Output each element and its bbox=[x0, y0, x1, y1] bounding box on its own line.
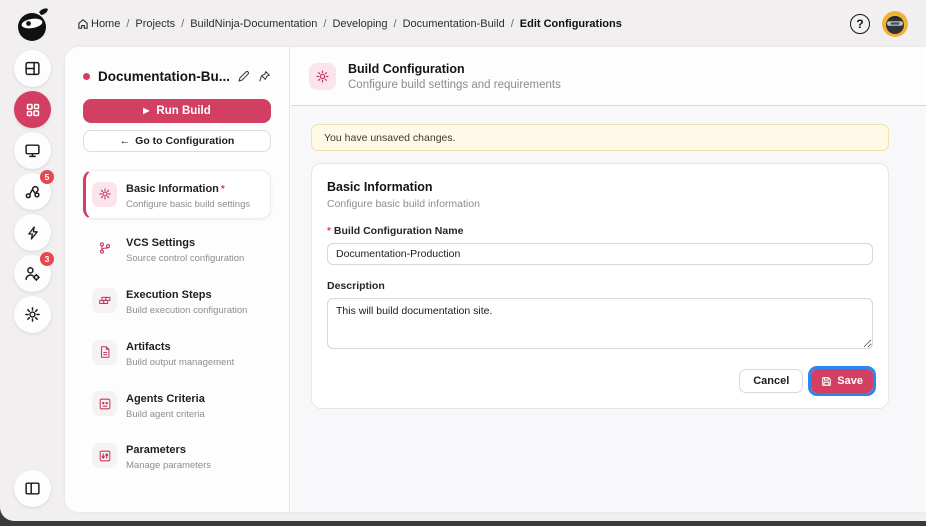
main-area: Build Configuration Configure build sett… bbox=[291, 47, 926, 512]
app-window: 5 3 Home / Projects / BuildNinja-Documen… bbox=[0, 0, 926, 521]
breadcrumb-separator: / bbox=[510, 17, 514, 30]
user-avatar[interactable] bbox=[882, 10, 908, 37]
breadcrumb-separator: / bbox=[126, 17, 130, 30]
card-subtitle: Configure basic build information bbox=[327, 198, 480, 210]
dashboard-layout-icon[interactable] bbox=[14, 50, 51, 87]
required-mark: * bbox=[327, 226, 331, 237]
users-count-badge: 3 bbox=[40, 252, 54, 266]
top-bar: Home / Projects / BuildNinja-Documentati… bbox=[65, 0, 926, 47]
breadcrumb-build[interactable]: Documentation-Build bbox=[403, 18, 505, 30]
gear-icon bbox=[92, 181, 117, 207]
projects-grid-icon[interactable] bbox=[14, 91, 51, 128]
configuration-title: Documentation-Bu... bbox=[98, 69, 229, 84]
buildninja-logo[interactable] bbox=[13, 4, 53, 46]
breadcrumb-subproject[interactable]: Developing bbox=[332, 18, 387, 30]
collapse-sidebar-icon[interactable] bbox=[14, 470, 51, 507]
description-textarea[interactable]: This will build documentation site. bbox=[327, 298, 873, 349]
breadcrumb-separator: / bbox=[323, 17, 327, 30]
builds-count-badge: 5 bbox=[40, 170, 54, 184]
description-field-label: Description bbox=[327, 280, 385, 292]
breadcrumb-home[interactable]: Home bbox=[77, 18, 120, 30]
parameters-sliders-icon bbox=[92, 443, 117, 469]
icon-rail: 5 3 bbox=[0, 0, 65, 521]
help-icon[interactable]: ? bbox=[850, 13, 870, 34]
unsaved-changes-banner: You have unsaved changes. bbox=[311, 124, 889, 151]
breadcrumb-separator: / bbox=[393, 17, 397, 30]
config-sidebar: Documentation-Bu... ▶ Run Build ← Go to … bbox=[65, 47, 290, 512]
left-arrow-icon: ← bbox=[119, 135, 131, 147]
settings-gear-icon[interactable] bbox=[14, 296, 51, 333]
breadcrumb-project[interactable]: BuildNinja-Documentation bbox=[190, 18, 317, 30]
edit-pencil-icon[interactable] bbox=[237, 70, 250, 83]
page-title: Build Configuration bbox=[348, 61, 465, 76]
required-mark: * bbox=[220, 184, 225, 195]
basic-information-card: Basic Information Configure basic build … bbox=[311, 163, 889, 409]
nav-item-artifacts[interactable]: Artifacts Build output management bbox=[83, 330, 271, 375]
agents-monitor-icon[interactable] bbox=[14, 132, 51, 169]
steps-blocks-icon bbox=[92, 287, 117, 313]
build-config-gear-icon bbox=[309, 62, 336, 90]
home-icon bbox=[78, 18, 88, 29]
save-button[interactable]: Save bbox=[808, 366, 876, 396]
pin-icon[interactable] bbox=[258, 70, 271, 83]
build-configuration-name-input[interactable] bbox=[327, 243, 873, 265]
nav-item-execution-steps[interactable]: Execution Steps Build execution configur… bbox=[83, 278, 271, 323]
file-icon bbox=[92, 339, 117, 365]
nav-item-parameters[interactable]: Parameters Manage parameters bbox=[83, 433, 271, 478]
breadcrumb: Home / Projects / BuildNinja-Documentati… bbox=[77, 18, 622, 30]
save-floppy-icon bbox=[822, 376, 832, 386]
git-branch-icon bbox=[92, 236, 117, 261]
breadcrumb-current: Edit Configurations bbox=[519, 17, 622, 30]
nav-item-agents-criteria[interactable]: Agents Criteria Build agent criteria bbox=[83, 382, 271, 427]
goto-configuration-button[interactable]: ← Go to Configuration bbox=[83, 130, 271, 152]
run-build-button[interactable]: ▶ Run Build bbox=[83, 99, 271, 123]
status-dot bbox=[83, 73, 90, 80]
page-subtitle: Configure build settings and requirement… bbox=[348, 78, 561, 91]
users-settings-icon[interactable]: 3 bbox=[14, 252, 54, 292]
breadcrumb-separator: / bbox=[181, 17, 185, 30]
content-panel: Documentation-Bu... ▶ Run Build ← Go to … bbox=[65, 47, 926, 512]
breadcrumb-projects[interactable]: Projects bbox=[135, 18, 175, 30]
main-header: Build Configuration Configure build sett… bbox=[291, 47, 926, 106]
name-field-label: * Build Configuration Name bbox=[327, 225, 464, 237]
nav-item-vcs-settings[interactable]: VCS Settings Source control configuratio… bbox=[83, 226, 271, 271]
cancel-button[interactable]: Cancel bbox=[739, 369, 804, 393]
settings-nav: Basic Information * Configure basic build… bbox=[83, 170, 271, 478]
card-title: Basic Information bbox=[327, 180, 433, 194]
play-icon: ▶ bbox=[143, 106, 150, 115]
agent-face-icon bbox=[92, 391, 117, 417]
nav-item-basic-information[interactable]: Basic Information * Configure basic build… bbox=[83, 170, 271, 219]
builds-webhook-icon[interactable]: 5 bbox=[14, 170, 54, 210]
activity-lightning-icon[interactable] bbox=[14, 214, 51, 251]
